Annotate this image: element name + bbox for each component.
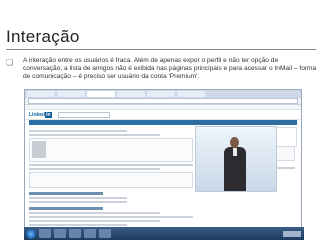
text-line: [29, 216, 193, 218]
text-line: [29, 130, 128, 132]
taskbar-item: [69, 229, 81, 238]
linkedin-logo: Linkedin: [29, 111, 52, 118]
title-divider: [6, 49, 316, 50]
text-line: [29, 201, 128, 203]
profile-box: [29, 138, 193, 162]
text-line: [29, 164, 193, 166]
taskbar-item: [99, 229, 111, 238]
browser-tab-active: [87, 91, 115, 97]
content-box: [29, 172, 193, 188]
logo-suffix: in: [45, 111, 52, 118]
text-line: [29, 134, 161, 136]
taskbar-item: [54, 229, 66, 238]
url-field: [28, 98, 298, 104]
profile-photo: [32, 141, 46, 158]
section-heading: [29, 192, 103, 195]
text-line: [29, 220, 161, 222]
text-line: [29, 224, 128, 226]
slide: Interação ❑ A interação entre os usuário…: [0, 0, 320, 240]
bullet-text: A interação entre os usuários é fraca. A…: [23, 57, 317, 81]
browser-tab: [27, 91, 55, 97]
browser-tab: [117, 91, 145, 97]
square-bullet-icon: ❑: [6, 58, 14, 67]
text-line: [29, 212, 161, 214]
taskbar-item: [39, 229, 51, 238]
linkedin-search: [57, 111, 110, 118]
windows-taskbar: [24, 227, 304, 240]
browser-tab: [147, 91, 175, 97]
slide-title: Interação: [6, 27, 80, 46]
windows-start-icon: [26, 228, 36, 239]
person-collar: [233, 148, 237, 156]
taskbar-clock: [283, 230, 301, 237]
browser-tabbar: [25, 90, 301, 98]
browser-tab: [177, 91, 205, 97]
browser-tab: [57, 91, 85, 97]
person-head: [230, 137, 239, 148]
text-line: [29, 197, 128, 199]
section-heading: [29, 207, 103, 210]
left-column: [29, 128, 193, 228]
taskbar-item: [84, 229, 96, 238]
linkedin-header: Linkedin: [25, 110, 301, 120]
logo-text: Linked: [29, 111, 46, 118]
text-line: [29, 168, 161, 170]
promo-photo: [195, 126, 277, 192]
browser-urlbar: [25, 98, 301, 105]
